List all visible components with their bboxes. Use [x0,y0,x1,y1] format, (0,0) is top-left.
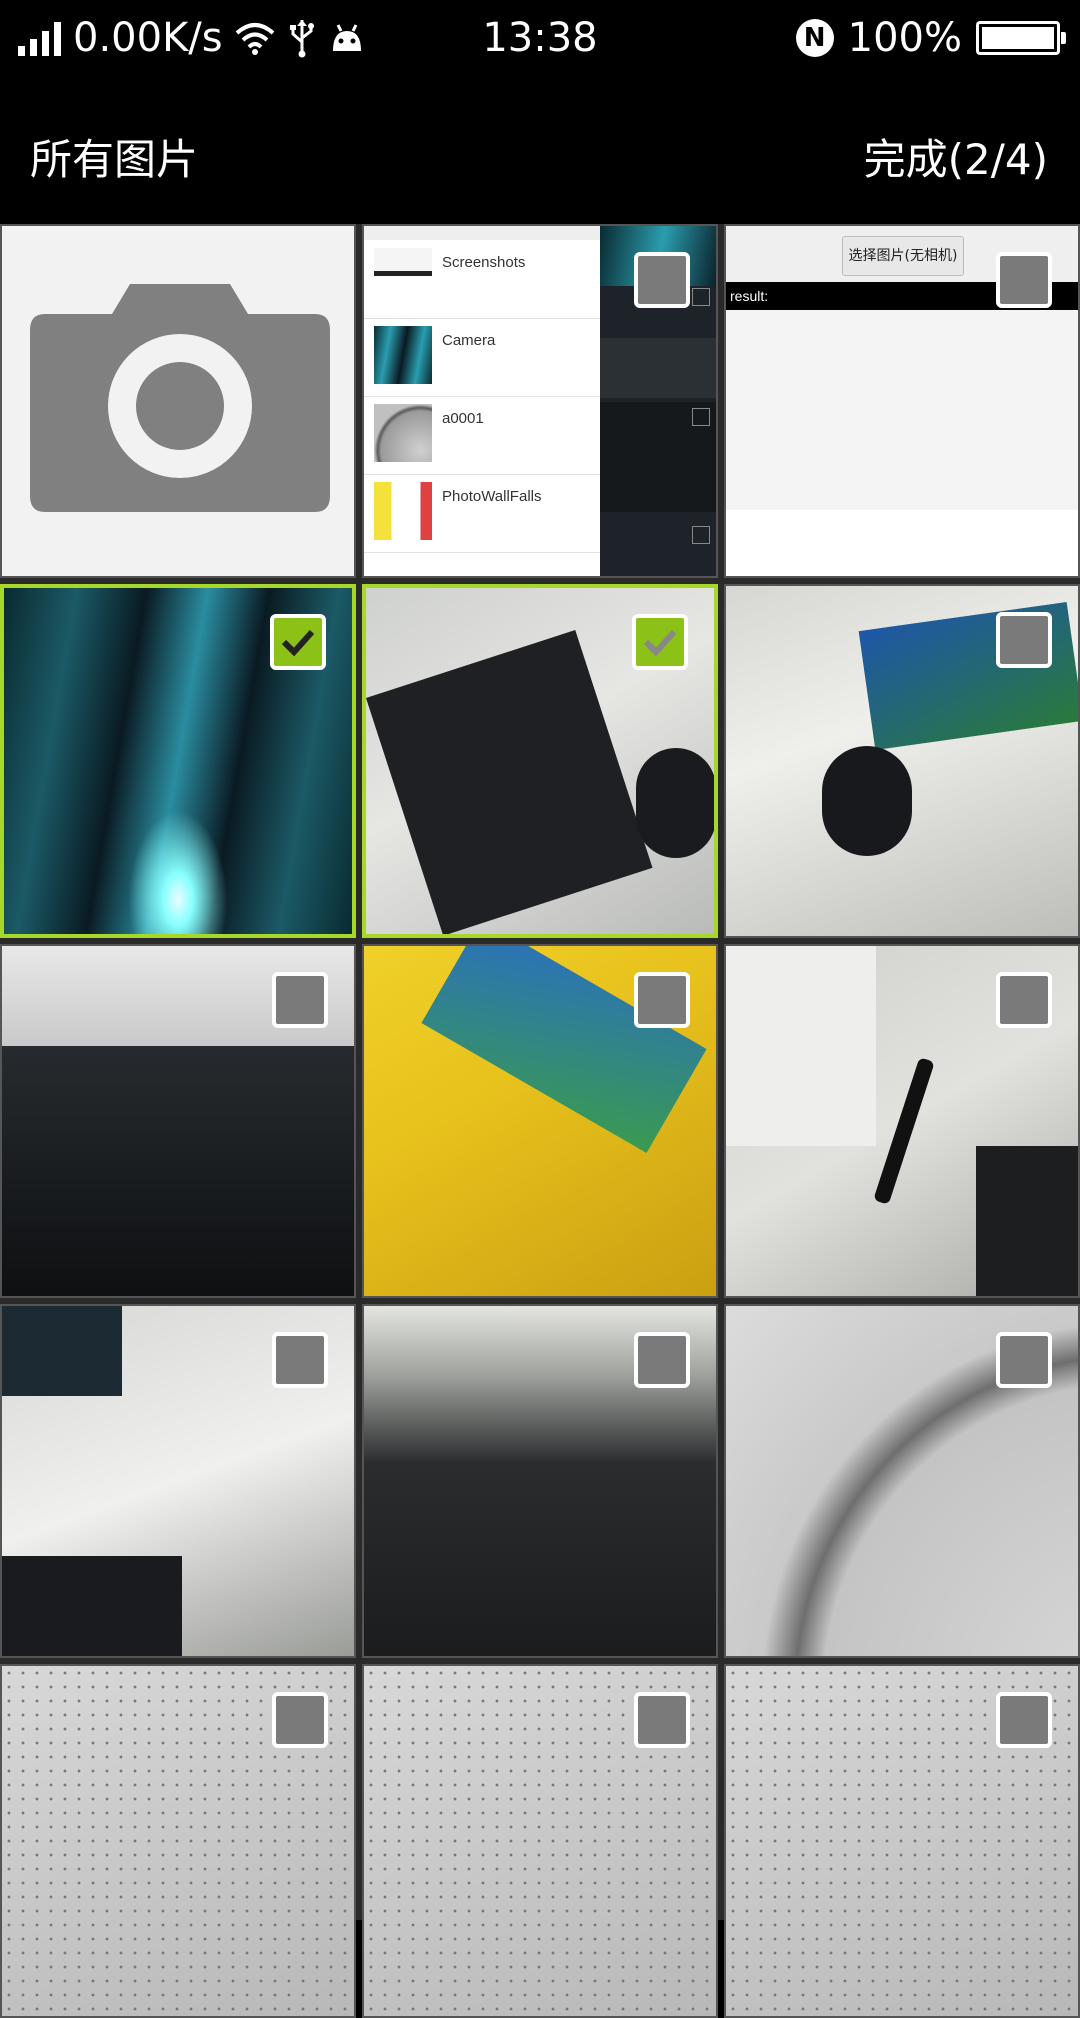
photo-tile[interactable] [724,944,1080,1298]
done-button[interactable]: 完成(2/4) [864,126,1048,187]
photo-tile[interactable] [0,1664,356,2018]
select-checkbox[interactable] [272,972,328,1028]
select-checkbox[interactable] [996,612,1052,668]
nfc-icon: N [795,19,834,57]
select-checkbox[interactable] [272,1692,328,1748]
app-header: 所有图片 完成(2/4) [0,76,1080,224]
photo-tile[interactable] [724,584,1080,938]
battery-icon [976,21,1066,55]
select-checkbox[interactable] [634,1692,690,1748]
battery-percent: 100% [847,15,962,61]
photo-tile[interactable] [0,1304,356,1658]
select-checkbox[interactable] [996,252,1052,308]
select-image-button: 选择图片(无相机) [842,236,964,276]
photo-tile[interactable]: 选择图片(无相机) result: [724,224,1080,578]
photo-tile[interactable] [0,584,356,938]
list-item: PhotoWallFalls [364,474,600,553]
select-checkbox-checked[interactable] [632,614,688,670]
album-list: Screenshots Camera a0001 PhotoWallFalls [364,226,600,576]
photo-tile[interactable] [362,944,718,1298]
photo-tile[interactable] [362,1304,718,1658]
select-checkbox[interactable] [634,1332,690,1388]
photo-grid: Screenshots Camera a0001 PhotoWallFalls [0,224,1080,2018]
photo-tile[interactable]: Screenshots Camera a0001 PhotoWallFalls [362,224,718,578]
list-item: Screenshots [364,240,600,319]
status-bar: 0.00K/s 13:38 N 100% [0,0,1080,76]
checkmark-icon [643,629,677,657]
camera-icon [30,284,330,512]
select-checkbox[interactable] [634,252,690,308]
page-title: 所有图片 [30,135,199,184]
select-checkbox[interactable] [996,972,1052,1028]
select-checkbox[interactable] [272,1332,328,1388]
checkmark-icon [281,629,315,657]
photo-tile[interactable] [0,944,356,1298]
camera-tile[interactable] [0,224,356,578]
select-checkbox[interactable] [634,972,690,1028]
photo-tile[interactable] [724,1304,1080,1658]
select-checkbox-checked[interactable] [270,614,326,670]
photo-tile[interactable] [362,1664,718,2018]
list-item: Camera [364,318,600,397]
photo-tile[interactable] [724,1664,1080,2018]
list-item: a0001 [364,396,600,475]
select-checkbox[interactable] [996,1332,1052,1388]
photo-tile[interactable] [362,584,718,938]
select-checkbox[interactable] [996,1692,1052,1748]
